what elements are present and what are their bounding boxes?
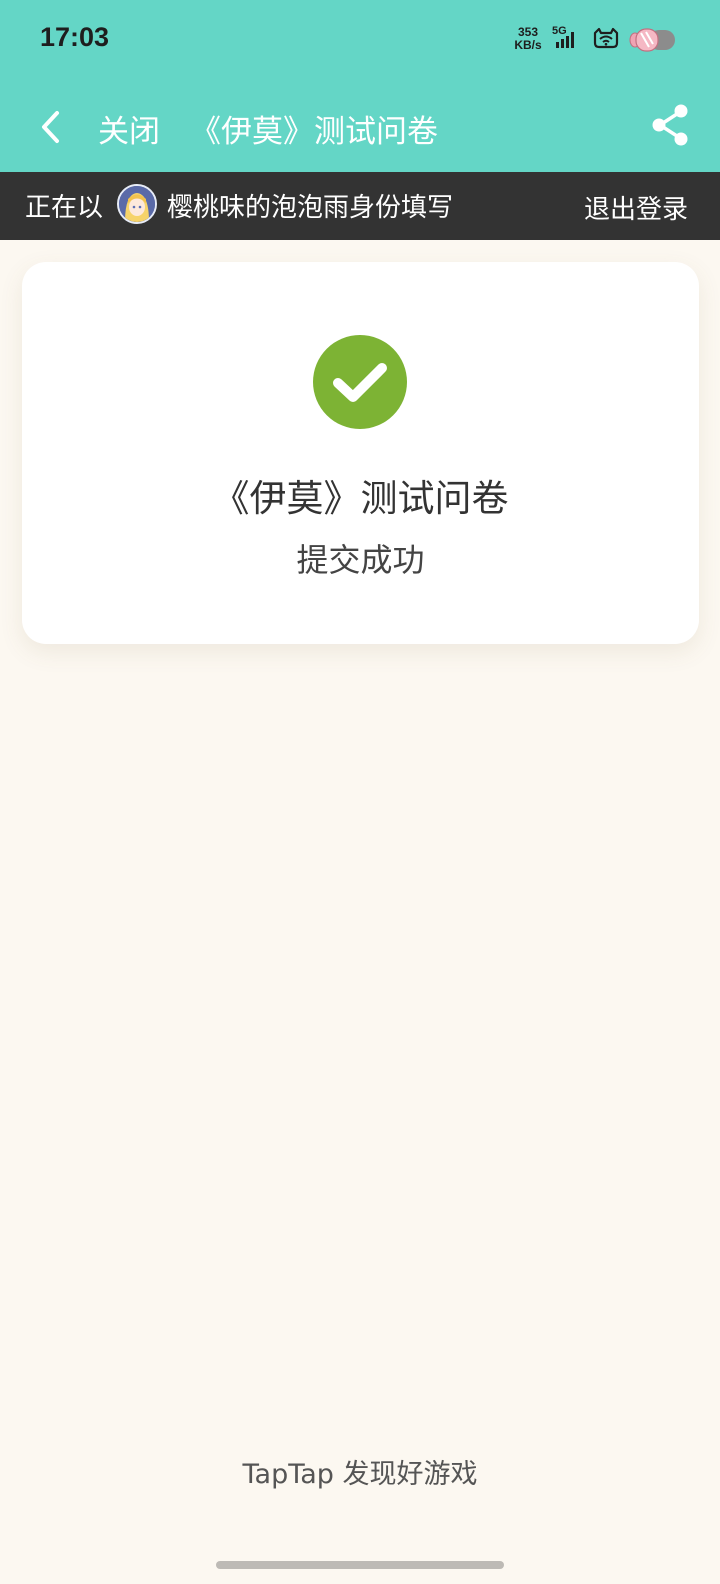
chevron-left-icon [42, 111, 59, 143]
status-time: 17:03 [40, 22, 110, 52]
share-button[interactable] [648, 102, 694, 148]
login-prefix-text: 正在以 [25, 193, 104, 223]
page-title: 《伊莫》测试问卷 [190, 114, 438, 150]
home-indicator[interactable] [216, 1561, 504, 1569]
footer-slogan: TapTap 发现好游戏 [242, 1459, 478, 1490]
network-speed: 353 KB/s [511, 26, 545, 52]
logout-button[interactable]: 退出登录 [584, 189, 688, 226]
check-circle-icon [313, 335, 407, 429]
submit-status: 提交成功 [296, 541, 425, 579]
survey-name: 《伊莫》测试问卷 [212, 477, 509, 520]
close-button[interactable]: 关闭 [98, 106, 160, 151]
status-bar: 17:03 353 KB/s 5G [0, 0, 720, 82]
login-identity-bar: 正在以 樱桃味的泡泡雨身份填写 退出登录 [0, 172, 720, 240]
battery-icon [629, 27, 677, 57]
wifi-icon [592, 27, 620, 55]
back-button[interactable] [28, 102, 72, 152]
title-bar: 关闭 《伊莫》测试问卷 [0, 82, 720, 172]
result-card: 《伊莫》测试问卷 提交成功 [22, 262, 699, 644]
username-text: 樱桃味的泡泡雨身份填写 [167, 193, 454, 223]
network-type: 5G [552, 25, 567, 37]
network-speed-unit: KB/s [514, 38, 542, 52]
share-icon [652, 104, 688, 146]
avatar [117, 184, 157, 224]
signal-icon: 5G [552, 24, 582, 56]
